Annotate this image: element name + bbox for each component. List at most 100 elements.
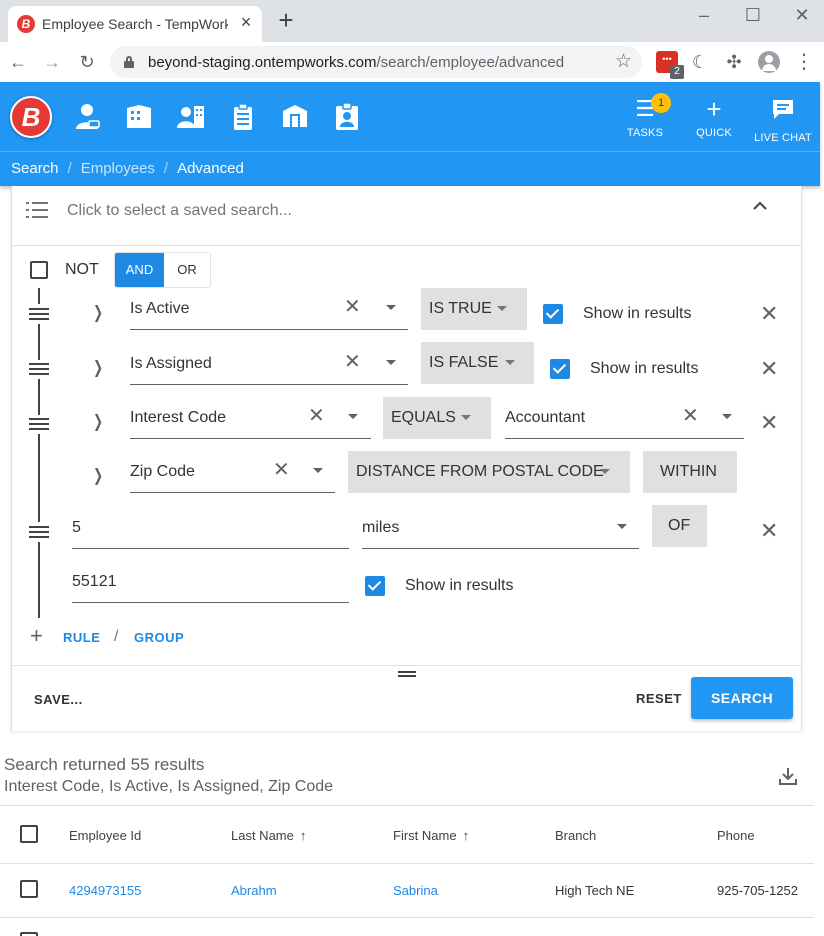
chevron-right-icon[interactable]: ❯ [93, 358, 103, 378]
live-chat-button[interactable]: LIVE CHAT [753, 96, 813, 144]
within-select[interactable]: WITHIN [643, 451, 737, 493]
distance-unit-select[interactable]: miles [362, 505, 639, 549]
save-button[interactable]: SAVE... [34, 692, 83, 707]
operator-select[interactable]: IS TRUE [421, 288, 527, 330]
customer-icon[interactable] [124, 102, 154, 132]
drag-handle-icon[interactable] [29, 418, 49, 430]
show-in-results-checkbox[interactable] [550, 359, 570, 379]
cell-employee-id[interactable]: 4294973155 [69, 883, 141, 898]
chevron-right-icon[interactable]: ❯ [93, 303, 103, 323]
column-header-last-name[interactable]: Last Name ↑ [231, 828, 306, 843]
chat-bubble-icon [773, 100, 793, 119]
distance-input[interactable]: 5 [72, 505, 349, 549]
chevron-right-icon[interactable]: ❯ [93, 466, 103, 486]
browser-menu-icon[interactable]: ⋮ [794, 50, 814, 74]
show-in-results-checkbox[interactable] [543, 304, 563, 324]
clear-icon[interactable]: ✕ [308, 406, 325, 426]
extension-calendar-icon[interactable]: ••• 2 [656, 51, 684, 79]
profile-avatar-icon[interactable] [758, 51, 780, 73]
tree-line [38, 379, 40, 415]
rule-field-select[interactable]: Is Active ✕ [130, 286, 408, 330]
download-icon[interactable] [778, 766, 798, 786]
sort-arrow-up-icon: ↑ [299, 828, 307, 843]
back-arrow-icon[interactable]: ← [6, 50, 30, 74]
employee-icon[interactable] [73, 102, 103, 132]
remove-rule-icon[interactable]: ✕ [760, 303, 778, 325]
postal-code-input[interactable]: 55121 [72, 559, 349, 603]
cell-first-name[interactable]: Sabrina [393, 883, 438, 898]
show-in-results-checkbox[interactable] [365, 576, 385, 596]
clear-icon[interactable]: ✕ [682, 406, 699, 426]
dropdown-arrow-icon[interactable] [348, 414, 358, 419]
order-clipboard-icon[interactable] [228, 102, 258, 132]
show-in-results-label: Show in results [583, 305, 692, 322]
drag-handle-icon[interactable] [29, 363, 49, 375]
breadcrumb-employees[interactable]: Employees [81, 160, 155, 177]
address-bar[interactable]: beyond-staging.ontempworks.com/search/em… [110, 46, 642, 78]
and-button[interactable]: AND [115, 253, 164, 287]
row-checkbox[interactable] [20, 932, 38, 936]
drag-handle-icon[interactable] [29, 308, 49, 320]
tasks-button[interactable]: ☰ 1 TASKS [615, 93, 675, 139]
search-button[interactable]: SEARCH [691, 677, 793, 719]
browser-tab[interactable]: B Employee Search - TempWorks B × [8, 6, 262, 42]
add-rule-button[interactable]: RULE [63, 630, 100, 645]
cell-last-name[interactable]: Abrahm [231, 883, 277, 898]
operator-select[interactable]: EQUALS [383, 397, 491, 439]
dropdown-arrow-icon[interactable] [386, 360, 396, 365]
clear-icon[interactable]: ✕ [273, 460, 290, 480]
bookmark-star-icon[interactable]: ☆ [615, 51, 632, 73]
separator-slash: / [114, 628, 119, 645]
select-all-checkbox[interactable] [20, 825, 38, 843]
dropdown-arrow-icon[interactable] [386, 305, 396, 310]
tab-close-icon[interactable]: × [236, 12, 256, 32]
remove-rule-icon[interactable]: ✕ [760, 520, 778, 542]
drag-handle-icon[interactable] [29, 526, 49, 538]
rule-field-value: Is Active [130, 300, 190, 317]
column-header-phone[interactable]: Phone [717, 828, 755, 843]
rule-value-select[interactable]: Accountant ✕ [505, 395, 744, 439]
rule-field-value: Zip Code [130, 463, 195, 480]
quick-button[interactable]: + QUICK [684, 96, 744, 139]
contact-icon[interactable] [176, 102, 206, 132]
column-header-employee-id[interactable]: Employee Id [69, 828, 141, 843]
clear-icon[interactable]: ✕ [344, 297, 361, 317]
add-plus-icon: + [30, 623, 43, 648]
saved-search-select[interactable]: Click to select a saved search... [12, 186, 801, 246]
add-group-button[interactable]: GROUP [134, 630, 184, 645]
chevron-up-icon[interactable] [752, 198, 768, 214]
dropdown-arrow-icon[interactable] [722, 414, 732, 419]
not-checkbox[interactable] [30, 261, 48, 279]
reset-button[interactable]: RESET [636, 691, 682, 706]
clear-icon[interactable]: ✕ [344, 352, 361, 372]
remove-rule-icon[interactable]: ✕ [760, 412, 778, 434]
column-header-branch[interactable]: Branch [555, 828, 596, 843]
new-tab-icon[interactable]: + [274, 7, 298, 33]
app-logo[interactable]: B [10, 96, 52, 138]
cell-phone: 925-705-1252 [717, 883, 798, 898]
row-checkbox[interactable] [20, 880, 38, 898]
forward-arrow-icon[interactable]: → [40, 50, 64, 74]
remove-rule-icon[interactable]: ✕ [760, 358, 778, 380]
of-select[interactable]: OF [652, 505, 707, 547]
operator-select[interactable]: DISTANCE FROM POSTAL CODE [348, 451, 630, 493]
rule-field-select[interactable]: Zip Code ✕ [130, 449, 335, 493]
extension-c-icon[interactable]: ☾ [689, 51, 711, 73]
reload-icon[interactable]: ↻ [75, 50, 99, 74]
resize-handle-icon[interactable] [398, 671, 416, 679]
rule-field-select[interactable]: Is Assigned ✕ [130, 341, 408, 385]
minimize-icon[interactable]: – [692, 3, 716, 27]
chevron-right-icon[interactable]: ❯ [93, 412, 103, 432]
or-button[interactable]: OR [164, 253, 210, 287]
assignment-icon[interactable] [280, 102, 310, 132]
maximize-icon[interactable]: ☐ [741, 3, 765, 27]
breadcrumb-search[interactable]: Search [11, 160, 59, 177]
rule-field-select[interactable]: Interest Code ✕ [130, 395, 371, 439]
window-close-icon[interactable]: ✕ [790, 3, 814, 27]
dropdown-arrow-icon[interactable] [617, 524, 627, 529]
dropdown-arrow-icon[interactable] [313, 468, 323, 473]
badge-id-icon[interactable] [332, 102, 362, 132]
column-header-first-name[interactable]: First Name ↑ [393, 828, 469, 843]
extensions-puzzle-icon[interactable]: ✣ [723, 51, 745, 73]
operator-select[interactable]: IS FALSE [421, 342, 534, 384]
